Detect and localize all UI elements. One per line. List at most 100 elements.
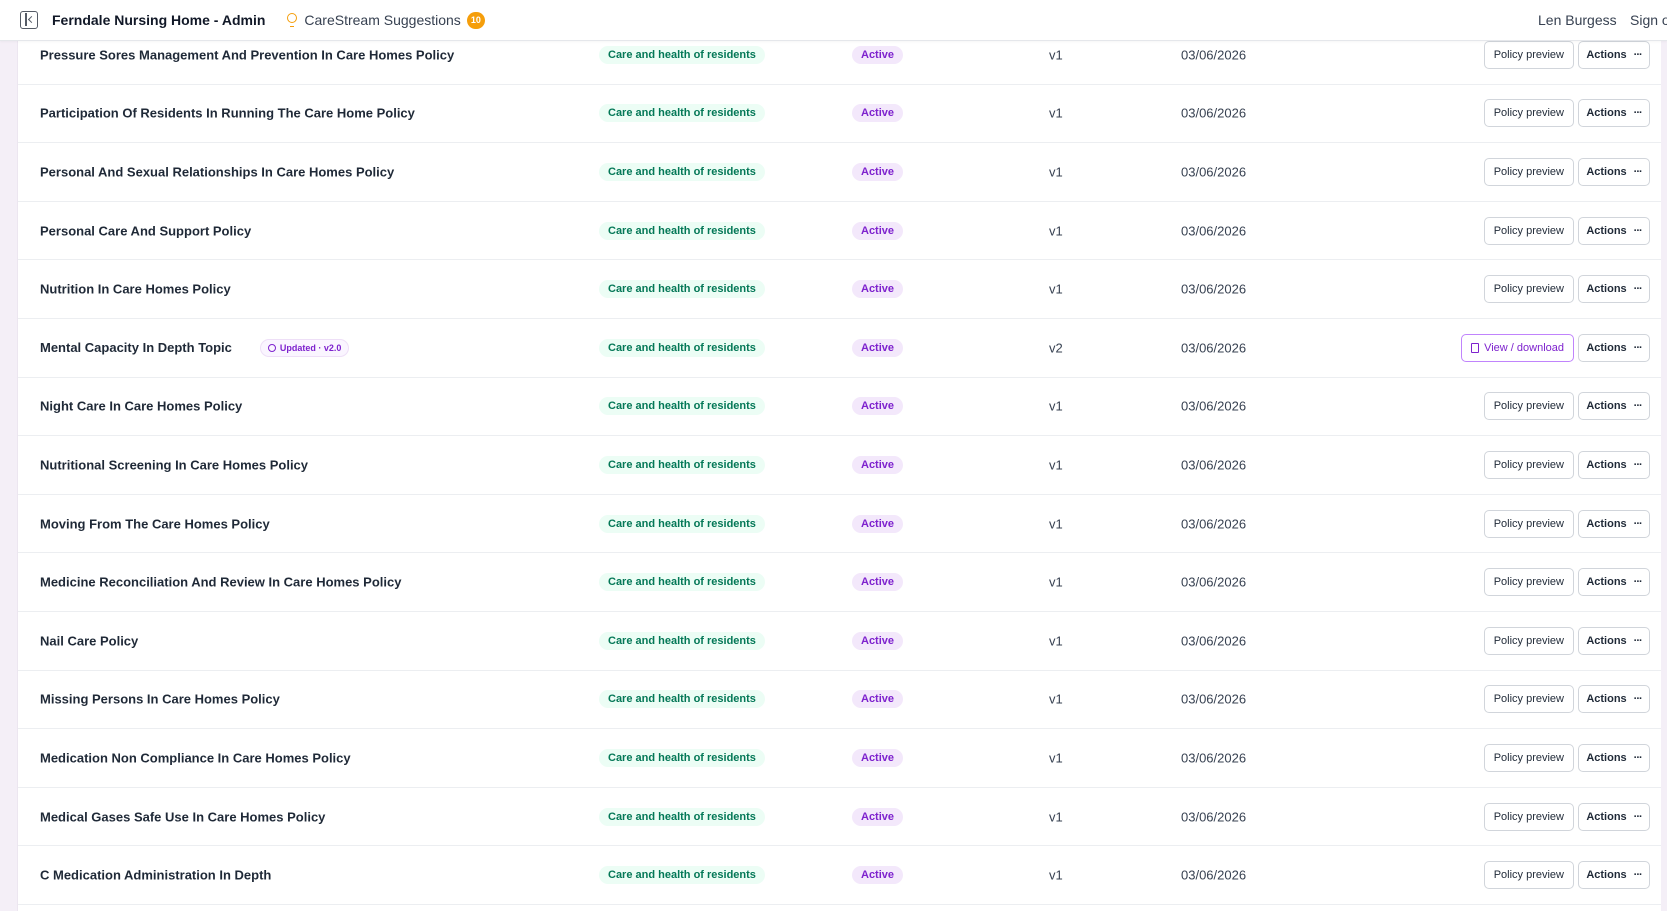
- actions-button[interactable]: Actions ···: [1578, 685, 1650, 714]
- policy-preview-button[interactable]: Policy preview: [1483, 743, 1574, 772]
- category-badge: Care and health of residents: [599, 162, 765, 181]
- table-row: Medicine Reconciliation And Review In Ca…: [18, 553, 1661, 612]
- more-dots-icon: ···: [1633, 517, 1643, 530]
- actions-label: Actions: [1586, 458, 1627, 471]
- date-text: 03/06/2026: [1181, 281, 1247, 297]
- policy-preview-button[interactable]: Policy preview: [1483, 157, 1574, 186]
- status-badge: Active: [852, 866, 904, 885]
- actions-button[interactable]: Actions ···: [1578, 333, 1650, 362]
- actions-button[interactable]: Actions ···: [1578, 392, 1650, 421]
- date-text: 03/06/2026: [1181, 340, 1247, 356]
- policy-preview-button[interactable]: Policy preview: [1483, 861, 1574, 890]
- table-row: Participation Of Residents In Running Th…: [18, 85, 1661, 144]
- sign-out-link[interactable]: Sign out: [1630, 12, 1667, 28]
- policy-preview-button[interactable]: Policy preview: [1483, 216, 1574, 245]
- actions-button[interactable]: Actions ···: [1578, 275, 1650, 304]
- view-download-button[interactable]: View / download: [1461, 333, 1574, 362]
- date-text: 03/06/2026: [1181, 223, 1247, 239]
- category-badge: Care and health of residents: [599, 104, 765, 123]
- policy-preview-button[interactable]: Policy preview: [1483, 626, 1574, 655]
- sidebar-toggle-icon[interactable]: [20, 11, 38, 29]
- more-dots-icon: ···: [1633, 751, 1643, 764]
- category-badge: Care and health of residents: [599, 397, 765, 416]
- table-row: Personal And Sexual Relationships In Car…: [18, 143, 1661, 202]
- policy-name[interactable]: Personal And Sexual Relationships In Car…: [40, 164, 394, 179]
- date-text: 03/06/2026: [1181, 867, 1247, 883]
- policy-preview-button[interactable]: Policy preview: [1483, 392, 1574, 421]
- table-row: Mental Capacity In Depth Topic Updated ·…: [18, 319, 1661, 378]
- actions-button[interactable]: Actions ···: [1578, 861, 1650, 890]
- policy-name[interactable]: Moving From The Care Homes Policy: [40, 516, 270, 531]
- policy-name[interactable]: Missing Persons In Care Homes Policy: [40, 692, 280, 707]
- actions-button[interactable]: Actions ···: [1578, 450, 1650, 479]
- actions-label: Actions: [1586, 869, 1627, 882]
- version-text: v1: [1049, 223, 1063, 239]
- more-dots-icon: ···: [1633, 48, 1643, 61]
- actions-button[interactable]: Actions ···: [1578, 743, 1650, 772]
- version-text: v1: [1049, 281, 1063, 297]
- more-dots-icon: ···: [1633, 283, 1643, 296]
- policy-name[interactable]: C Medication Administration In Depth: [40, 868, 271, 883]
- more-dots-icon: ···: [1633, 165, 1643, 178]
- policy-name[interactable]: Personal Care And Support Policy: [40, 223, 251, 238]
- actions-label: Actions: [1586, 48, 1627, 61]
- policy-name[interactable]: Medical Gases Safe Use In Care Homes Pol…: [40, 809, 325, 824]
- policy-name[interactable]: Pressure Sores Management And Prevention…: [40, 47, 454, 62]
- policy-name-cell: Missing Persons In Care Homes Policy: [40, 692, 280, 707]
- table-row: Night Care In Care Homes Policy Care and…: [18, 378, 1661, 437]
- category-badge: Care and health of residents: [599, 690, 765, 709]
- actions-button[interactable]: Actions ···: [1578, 626, 1650, 655]
- policy-preview-button[interactable]: Policy preview: [1483, 509, 1574, 538]
- app-title: Ferndale Nursing Home - Admin: [52, 12, 266, 28]
- actions-button[interactable]: Actions ···: [1578, 99, 1650, 128]
- policy-preview-button[interactable]: Policy preview: [1483, 802, 1574, 831]
- user-name[interactable]: Len Burgess: [1538, 12, 1617, 28]
- status-badge: Active: [852, 631, 904, 650]
- policy-preview-button[interactable]: Policy preview: [1483, 450, 1574, 479]
- category-badge: Care and health of residents: [599, 280, 765, 299]
- policy-name[interactable]: Mental Capacity In Depth Topic: [40, 340, 232, 355]
- version-text: v1: [1049, 457, 1063, 473]
- version-text: v1: [1049, 164, 1063, 180]
- table-row: Nutrition In Care Homes Policy Care and …: [18, 260, 1661, 319]
- policy-preview-button[interactable]: Policy preview: [1483, 568, 1574, 597]
- actions-button[interactable]: Actions ···: [1578, 802, 1650, 831]
- policy-name[interactable]: Medicine Reconciliation And Review In Ca…: [40, 575, 401, 590]
- policy-name-cell: Medical Gases Safe Use In Care Homes Pol…: [40, 809, 325, 824]
- scrollbar[interactable]: [1661, 41, 1667, 911]
- status-badge: Active: [852, 690, 904, 709]
- actions-button[interactable]: Actions ···: [1578, 568, 1650, 597]
- actions-label: Actions: [1586, 751, 1627, 764]
- suggestions-link[interactable]: CareStream Suggestions 10: [287, 11, 485, 29]
- category-badge: Care and health of residents: [599, 748, 765, 767]
- policy-name-cell: Pressure Sores Management And Prevention…: [40, 47, 454, 62]
- actions-button[interactable]: Actions ···: [1578, 509, 1650, 538]
- policy-name[interactable]: Participation Of Residents In Running Th…: [40, 106, 415, 121]
- date-text: 03/06/2026: [1181, 750, 1247, 766]
- actions-button[interactable]: Actions ···: [1578, 216, 1650, 245]
- actions-button[interactable]: Actions ···: [1578, 157, 1650, 186]
- policy-preview-button[interactable]: Policy preview: [1483, 99, 1574, 128]
- version-text: v1: [1049, 516, 1063, 532]
- check-circle-icon: [267, 343, 276, 352]
- policy-preview-button[interactable]: Policy preview: [1483, 685, 1574, 714]
- policy-name[interactable]: Nail Care Policy: [40, 633, 138, 648]
- policy-name[interactable]: Nutrition In Care Homes Policy: [40, 282, 231, 297]
- policy-name[interactable]: Night Care In Care Homes Policy: [40, 399, 242, 414]
- policy-name[interactable]: Medication Non Compliance In Care Homes …: [40, 750, 351, 765]
- updated-badge-label: Updated · v2.0: [279, 342, 342, 353]
- actions-label: Actions: [1586, 341, 1627, 354]
- table-row: Nail Care Policy Care and health of resi…: [18, 612, 1661, 671]
- policy-preview-button[interactable]: Policy preview: [1483, 275, 1574, 304]
- category-badge: Care and health of residents: [599, 514, 765, 533]
- category-badge: Care and health of residents: [599, 45, 765, 64]
- more-dots-icon: ···: [1633, 810, 1643, 823]
- actions-button[interactable]: Actions ···: [1578, 40, 1650, 69]
- policy-name-cell: Nutritional Screening In Care Homes Poli…: [40, 457, 308, 472]
- policy-name[interactable]: Nutritional Screening In Care Homes Poli…: [40, 457, 308, 472]
- more-dots-icon: ···: [1633, 693, 1643, 706]
- category-badge: Care and health of residents: [599, 455, 765, 474]
- policy-preview-button[interactable]: Policy preview: [1483, 40, 1574, 69]
- status-badge: Active: [852, 338, 904, 357]
- category-badge: Care and health of residents: [599, 221, 765, 240]
